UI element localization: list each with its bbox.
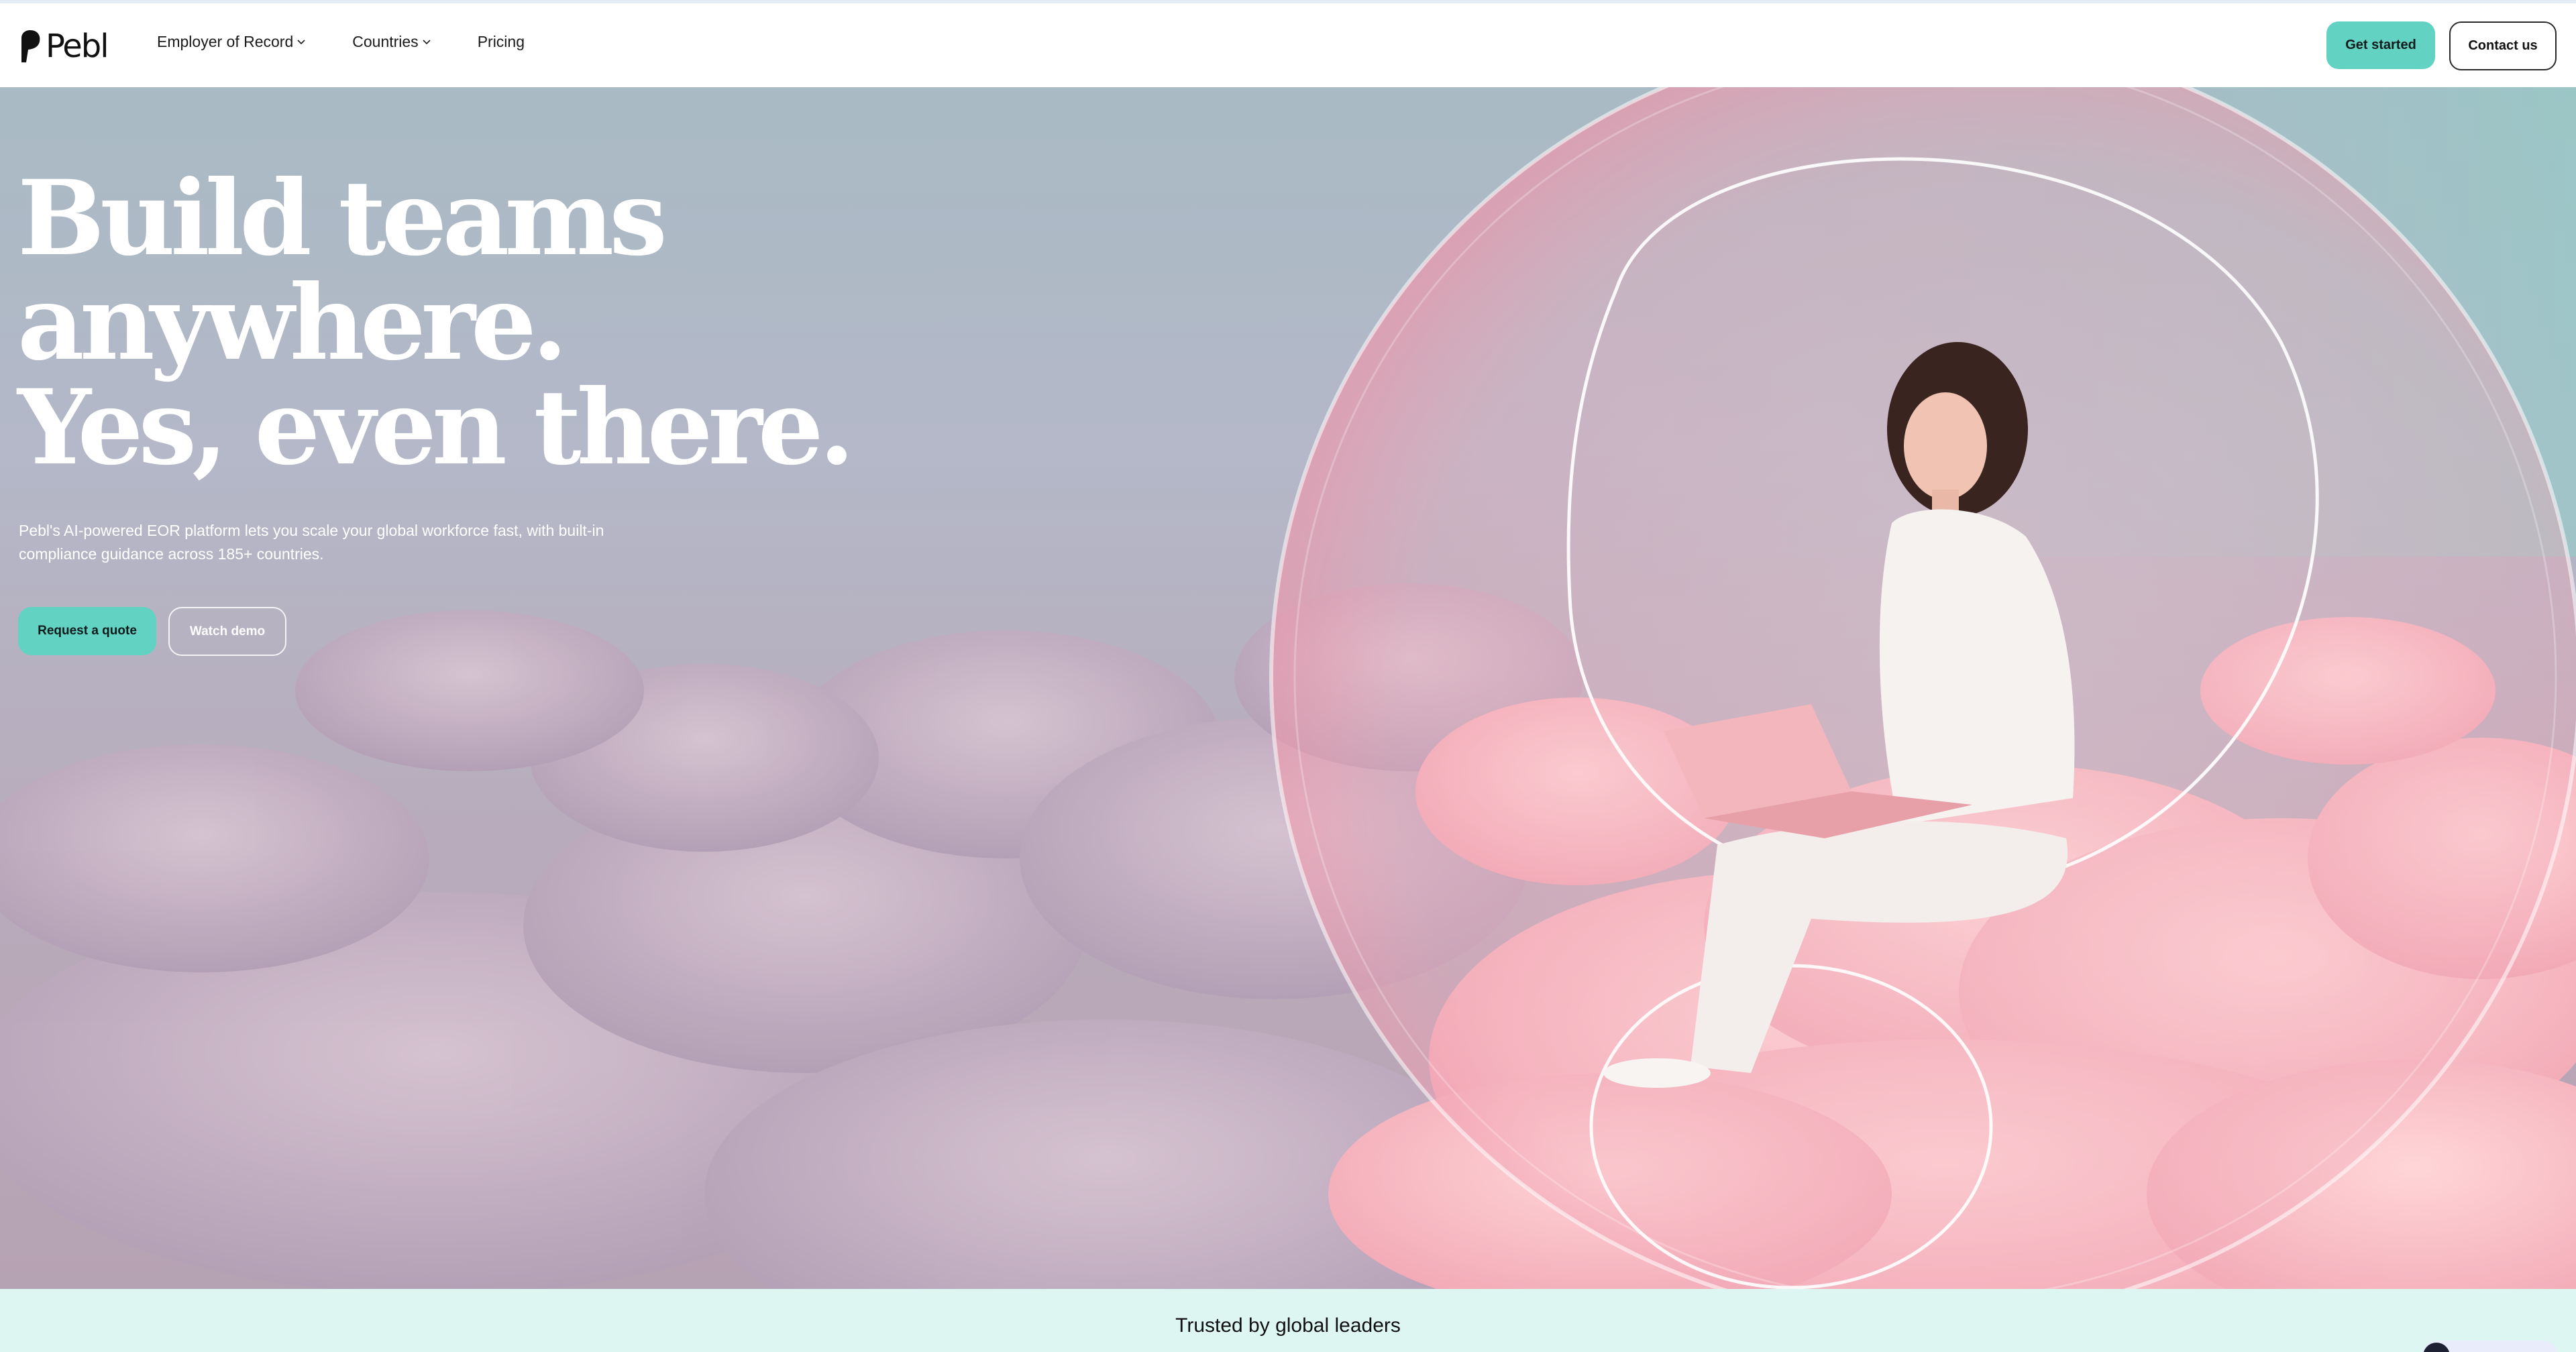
hero-subtext: Pebl's AI-powered EOR platform lets you … xyxy=(19,522,604,563)
nav-employer-of-record[interactable]: Employer of Record xyxy=(157,33,305,51)
watch-demo-button[interactable]: Watch demo xyxy=(168,607,286,656)
pebl-logo-mark-icon xyxy=(21,30,40,62)
nav-label: Countries xyxy=(352,33,419,50)
chevron-down-icon xyxy=(297,39,305,44)
nav-countries[interactable]: Countries xyxy=(352,33,431,51)
request-quote-button[interactable]: Request a quote xyxy=(18,607,156,655)
nav-pricing[interactable]: Pricing xyxy=(478,33,525,51)
headline-line-3: Yes, even there. xyxy=(17,367,855,488)
main-nav: Employer of Record Countries Pricing xyxy=(157,33,572,51)
headline-line-2: anywhere. xyxy=(17,262,568,384)
hero-headline: Build teams anywhere. Yes, even there. xyxy=(17,158,855,488)
hero-section: Build teams anywhere. Yes, even there. P… xyxy=(0,87,2576,1289)
nav-label: Pricing xyxy=(477,33,525,50)
headline-line-1: Build teams xyxy=(17,158,667,279)
trusted-section: Trusted by global leaders xyxy=(0,1289,2576,1352)
pebl-logo[interactable]: Pebl xyxy=(19,27,109,65)
chevron-down-icon xyxy=(423,39,431,44)
nav-label: Employer of Record xyxy=(157,33,294,50)
get-started-button[interactable]: Get started xyxy=(2326,21,2435,69)
contact-us-button[interactable]: Contact us xyxy=(2449,21,2557,70)
site-header: Pebl Employer of Record Countries Pricin… xyxy=(0,3,2576,87)
logo-text: Pebl xyxy=(46,27,109,65)
trusted-label: Trusted by global leaders xyxy=(1175,1314,1401,1337)
